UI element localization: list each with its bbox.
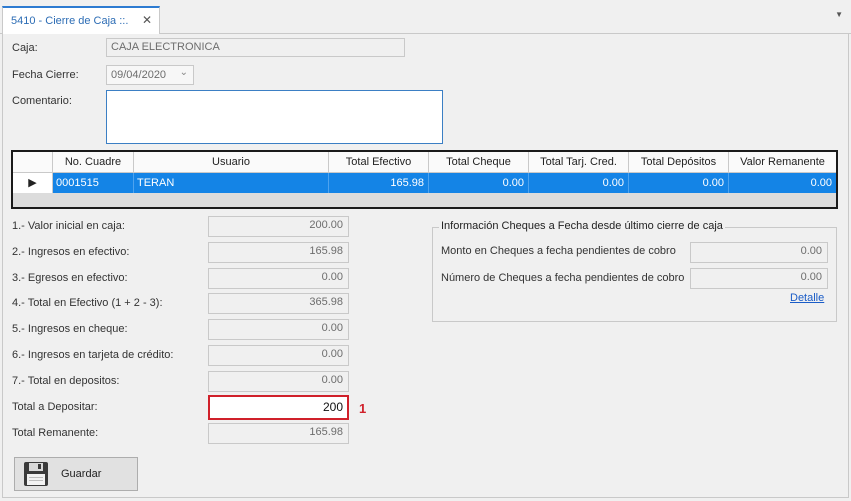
monto-cheques-value[interactable]: 0.00 bbox=[690, 242, 828, 263]
summary-value-5[interactable]: 0.00 bbox=[208, 319, 349, 340]
annotation-marker: 1 bbox=[359, 401, 367, 416]
column-total-efectivo[interactable]: Total Efectivo bbox=[329, 152, 429, 173]
monto-cheques-label: Monto en Cheques a fecha pendientes de c… bbox=[441, 245, 676, 257]
row-selector-icon[interactable]: ▶ bbox=[13, 173, 53, 193]
summary-label-4: 4.- Total en Efectivo (1 + 2 - 3): bbox=[12, 297, 163, 309]
summary-label-6: 6.- Ingresos en tarjeta de crédito: bbox=[12, 349, 174, 361]
column-total-cheque[interactable]: Total Cheque bbox=[429, 152, 529, 173]
tab-bar: 5410 - Cierre de Caja ::. ✕ ▼ bbox=[0, 0, 851, 34]
cell-total-cheque[interactable]: 0.00 bbox=[429, 173, 529, 193]
cell-total-tarj-cred[interactable]: 0.00 bbox=[529, 173, 629, 193]
cell-total-depositos[interactable]: 0.00 bbox=[629, 173, 729, 193]
column-usuario[interactable]: Usuario bbox=[134, 152, 329, 173]
form-panel: Caja: CAJA ELECTRONICA Fecha Cierre: 09/… bbox=[2, 34, 849, 498]
guardar-button-label: Guardar bbox=[61, 468, 102, 480]
fecha-cierre-value: 09/04/2020 bbox=[111, 69, 167, 81]
summary-value-1[interactable]: 200.00 bbox=[208, 216, 349, 237]
summary-label-7: 7.- Total en depositos: bbox=[12, 375, 120, 387]
numero-cheques-label: Número de Cheques a fecha pendientes de … bbox=[441, 272, 685, 284]
cheques-groupbox-title: Información Cheques a Fecha desde último… bbox=[439, 220, 725, 232]
fecha-cierre-picker[interactable]: 09/04/2020 ⌄ bbox=[106, 65, 194, 85]
summary-value-2[interactable]: 165.98 bbox=[208, 242, 349, 263]
column-total-tarj-cred[interactable]: Total Tarj. Cred. bbox=[529, 152, 629, 173]
summary-label-2: 2.- Ingresos en efectivo: bbox=[12, 246, 130, 258]
fecha-cierre-label: Fecha Cierre: bbox=[12, 69, 79, 81]
summary-value-7[interactable]: 0.00 bbox=[208, 371, 349, 392]
total-depositar-label: Total a Depositar: bbox=[12, 401, 98, 413]
summary-value-6[interactable]: 0.00 bbox=[208, 345, 349, 366]
cell-usuario[interactable]: TERAN bbox=[134, 173, 329, 193]
chevron-down-icon[interactable]: ▼ bbox=[835, 10, 843, 19]
chevron-down-icon[interactable]: ⌄ bbox=[180, 67, 188, 78]
tab-title: 5410 - Cierre de Caja ::. bbox=[11, 15, 129, 27]
comentario-input[interactable] bbox=[106, 90, 443, 144]
guardar-button[interactable]: Guardar bbox=[14, 457, 138, 491]
floppy-disk-icon bbox=[24, 462, 48, 486]
cuadre-grid[interactable]: No. Cuadre Usuario Total Efectivo Total … bbox=[11, 150, 838, 209]
numero-cheques-value[interactable]: 0.00 bbox=[690, 268, 828, 289]
cell-total-efectivo[interactable]: 165.98 bbox=[329, 173, 429, 193]
summary-label-5: 5.- Ingresos en cheque: bbox=[12, 323, 128, 335]
caja-field[interactable]: CAJA ELECTRONICA bbox=[106, 38, 405, 57]
summary-label-1: 1.- Valor inicial en caja: bbox=[12, 220, 125, 232]
column-no-cuadre[interactable]: No. Cuadre bbox=[53, 152, 134, 173]
close-icon[interactable]: ✕ bbox=[142, 13, 152, 27]
summary-label-3: 3.- Egresos en efectivo: bbox=[12, 272, 128, 284]
column-valor-remanente[interactable]: Valor Remanente bbox=[729, 152, 836, 173]
grid-row-header bbox=[13, 152, 53, 173]
caja-label: Caja: bbox=[12, 42, 38, 54]
column-total-depositos[interactable]: Total Depósitos bbox=[629, 152, 729, 173]
detalle-link[interactable]: Detalle bbox=[790, 292, 824, 304]
cell-valor-remanente[interactable]: 0.00 bbox=[729, 173, 836, 193]
total-remanente-label: Total Remanente: bbox=[12, 427, 99, 439]
tab-cierre-de-caja[interactable]: 5410 - Cierre de Caja ::. ✕ bbox=[2, 6, 160, 34]
comentario-label: Comentario: bbox=[12, 95, 72, 107]
cheques-groupbox: Información Cheques a Fecha desde último… bbox=[432, 220, 837, 322]
summary-value-3[interactable]: 0.00 bbox=[208, 268, 349, 289]
summary-value-4[interactable]: 365.98 bbox=[208, 293, 349, 314]
cell-no-cuadre[interactable]: 0001515 bbox=[53, 173, 134, 193]
total-remanente-value[interactable]: 165.98 bbox=[208, 423, 349, 444]
total-depositar-input[interactable]: 200 bbox=[208, 395, 349, 420]
